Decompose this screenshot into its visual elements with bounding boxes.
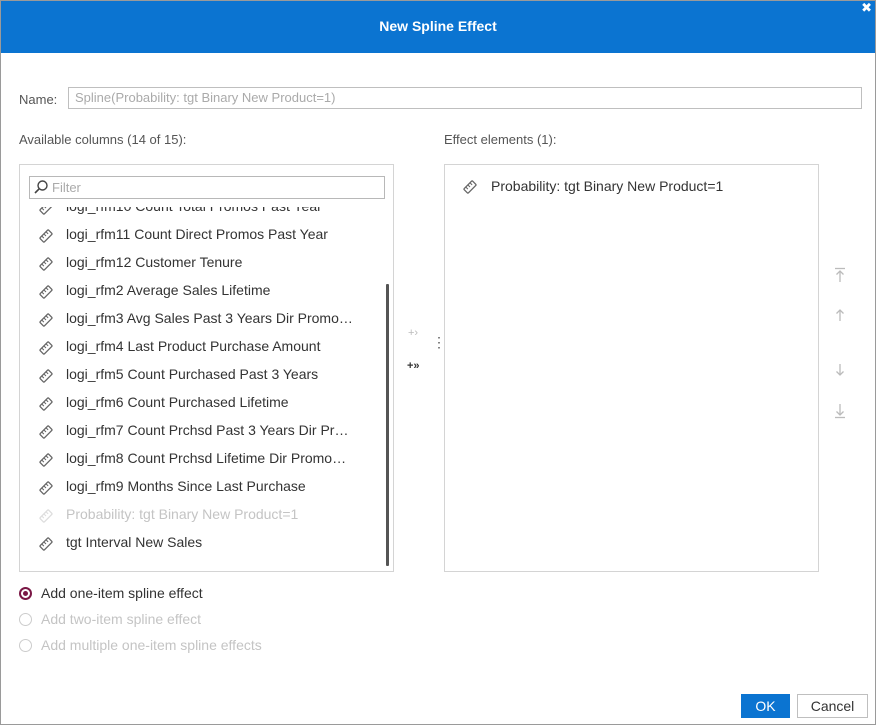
- list-item-label: logi_rfm4 Last Product Purchase Amount: [66, 338, 321, 354]
- measure-icon: [39, 481, 53, 495]
- measure-icon: [39, 453, 53, 467]
- list-item[interactable]: logi_rfm8 Count Prchsd Lifetime Dir Prom…: [20, 446, 380, 474]
- measure-icon: [39, 257, 53, 271]
- list-item-label: logi_rfm9 Months Since Last Purchase: [66, 478, 306, 494]
- ok-button[interactable]: OK: [741, 694, 790, 718]
- list-item[interactable]: tgt Interval New Sales: [20, 530, 380, 558]
- radio-label: Add two-item spline effect: [41, 611, 202, 627]
- available-columns-panel: Filter logi_rfm10 Count Total Promos Pas…: [19, 164, 394, 572]
- list-item[interactable]: logi_rfm10 Count Total Promos Past Year: [20, 207, 380, 222]
- cancel-button[interactable]: Cancel: [797, 694, 868, 718]
- measure-icon: [463, 180, 477, 194]
- close-icon[interactable]: ✖: [861, 1, 872, 15]
- list-item[interactable]: Probability: tgt Binary New Product=1: [20, 502, 380, 530]
- list-item[interactable]: logi_rfm9 Months Since Last Purchase: [20, 474, 380, 502]
- list-item[interactable]: logi_rfm2 Average Sales Lifetime: [20, 278, 380, 306]
- filter-input[interactable]: Filter: [52, 177, 81, 198]
- measure-icon: [39, 537, 53, 551]
- radio-button[interactable]: [19, 639, 32, 652]
- name-field[interactable]: Spline(Probability: tgt Binary New Produ…: [68, 87, 862, 109]
- list-scrollbar[interactable]: [386, 284, 389, 566]
- available-columns-list[interactable]: logi_rfm10 Count Total Promos Past Year l…: [20, 207, 393, 571]
- filter-box[interactable]: Filter: [29, 176, 385, 199]
- list-item-label: logi_rfm2 Average Sales Lifetime: [66, 282, 271, 298]
- measure-icon: [39, 509, 53, 523]
- list-item-label: logi_rfm10 Count Total Promos Past Year: [66, 207, 322, 214]
- effect-elements-label: Effect elements (1):: [444, 132, 557, 147]
- available-columns-label: Available columns (14 of 15):: [19, 132, 187, 147]
- measure-icon: [39, 425, 53, 439]
- list-item[interactable]: logi_rfm11 Count Direct Promos Past Year: [20, 222, 380, 250]
- move-up-icon[interactable]: [833, 307, 847, 323]
- name-label: Name:: [19, 92, 58, 107]
- move-to-top-icon[interactable]: [833, 267, 847, 283]
- list-item[interactable]: logi_rfm4 Last Product Purchase Amount: [20, 334, 380, 362]
- list-item-label: logi_rfm12 Customer Tenure: [66, 254, 243, 270]
- list-item-label: logi_rfm3 Avg Sales Past 3 Years Dir Pro…: [66, 310, 353, 326]
- measure-icon: [39, 313, 53, 327]
- list-item-label: logi_rfm11 Count Direct Promos Past Year: [66, 226, 328, 242]
- add-all-icon[interactable]: +»: [407, 360, 420, 372]
- list-item[interactable]: logi_rfm6 Count Purchased Lifetime: [20, 390, 380, 418]
- search-icon: [34, 180, 48, 194]
- radio-label: Add multiple one-item spline effects: [41, 637, 262, 653]
- radio-button[interactable]: [19, 587, 32, 600]
- move-to-bottom-icon[interactable]: [833, 403, 847, 419]
- effect-element-item[interactable]: Probability: tgt Binary New Product=1: [445, 173, 805, 201]
- new-spline-effect-dialog: New Spline Effect ✖ Name: Spline(Probabi…: [0, 0, 876, 725]
- dialog-title: New Spline Effect: [379, 18, 497, 34]
- list-item-label: logi_rfm5 Count Purchased Past 3 Years: [66, 366, 319, 382]
- list-item[interactable]: logi_rfm5 Count Purchased Past 3 Years: [20, 362, 380, 390]
- measure-icon: [39, 285, 53, 299]
- radio-label: Add one-item spline effect: [41, 585, 203, 601]
- dialog-title-bar: New Spline Effect ✖: [1, 1, 875, 53]
- list-item[interactable]: logi_rfm3 Avg Sales Past 3 Years Dir Pro…: [20, 306, 380, 334]
- measure-icon: [39, 341, 53, 355]
- measure-icon: [39, 369, 53, 383]
- list-item[interactable]: logi_rfm7 Count Prchsd Past 3 Years Dir …: [20, 418, 380, 446]
- measure-icon: [39, 229, 53, 243]
- measure-icon: [39, 397, 53, 411]
- list-item-label: Probability: tgt Binary New Product=1: [66, 506, 299, 522]
- list-item-label: logi_rfm8 Count Prchsd Lifetime Dir Prom…: [66, 450, 347, 466]
- effect-element-label: Probability: tgt Binary New Product=1: [491, 178, 724, 194]
- effect-elements-panel: Probability: tgt Binary New Product=1: [444, 164, 819, 572]
- list-item-label: logi_rfm7 Count Prchsd Past 3 Years Dir …: [66, 422, 349, 438]
- list-item-label: tgt Interval New Sales: [66, 534, 203, 550]
- list-item-label: logi_rfm6 Count Purchased Lifetime: [66, 394, 289, 410]
- measure-icon: [39, 207, 53, 215]
- add-selected-icon[interactable]: +›: [408, 327, 418, 339]
- move-down-icon[interactable]: [833, 362, 847, 378]
- list-item[interactable]: logi_rfm12 Customer Tenure: [20, 250, 380, 278]
- radio-button[interactable]: [19, 613, 32, 626]
